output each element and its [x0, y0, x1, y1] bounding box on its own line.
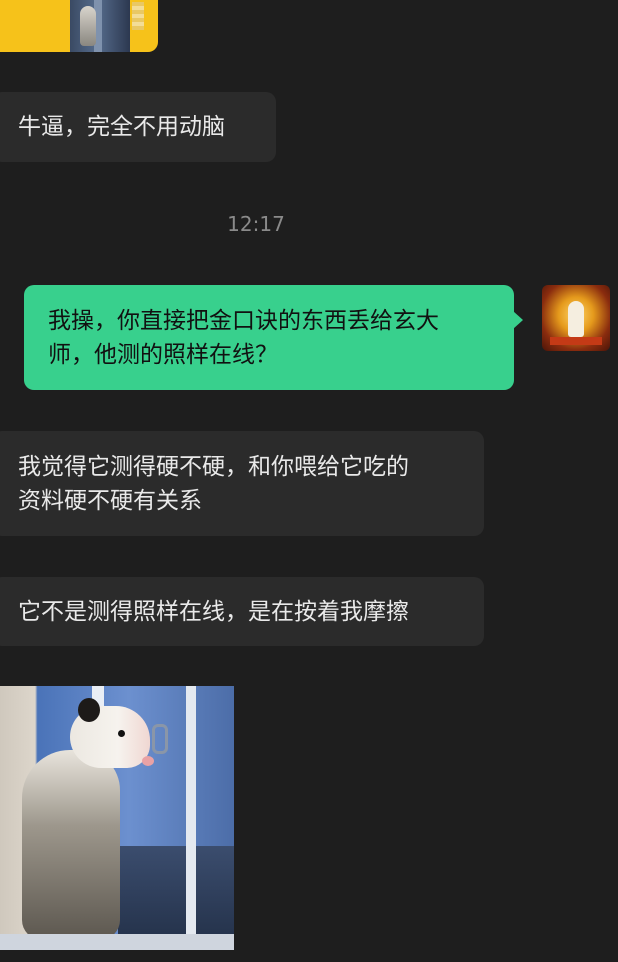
- opossum-photo-thumbnail: [70, 0, 130, 52]
- image-message-thumbnail-top[interactable]: [0, 0, 158, 52]
- received-message-bubble[interactable]: 牛逼，完全不用动脑: [0, 92, 276, 162]
- opossum-figure: [22, 750, 120, 940]
- sent-message-text: 我操，你直接把金口诀的东西丢给玄大 师，他测的照样在线？: [48, 308, 439, 368]
- user-avatar[interactable]: [542, 285, 610, 351]
- chat-view: 牛逼，完全不用动脑 12:17 我操，你直接把金口诀的东西丢给玄大 师，他测的照…: [0, 0, 618, 962]
- received-message-bubble[interactable]: 我觉得它测得硬不硬，和你喂给它吃的 资料硬不硬有关系: [0, 431, 484, 536]
- image-message-opossum[interactable]: [0, 686, 234, 950]
- sent-message-bubble[interactable]: 我操，你直接把金口诀的东西丢给玄大 师，他测的照样在线？: [24, 285, 523, 390]
- received-message-bubble[interactable]: 它不是测得照样在线，是在按着我摩擦: [0, 577, 484, 646]
- message-timestamp: 12:17: [227, 212, 285, 236]
